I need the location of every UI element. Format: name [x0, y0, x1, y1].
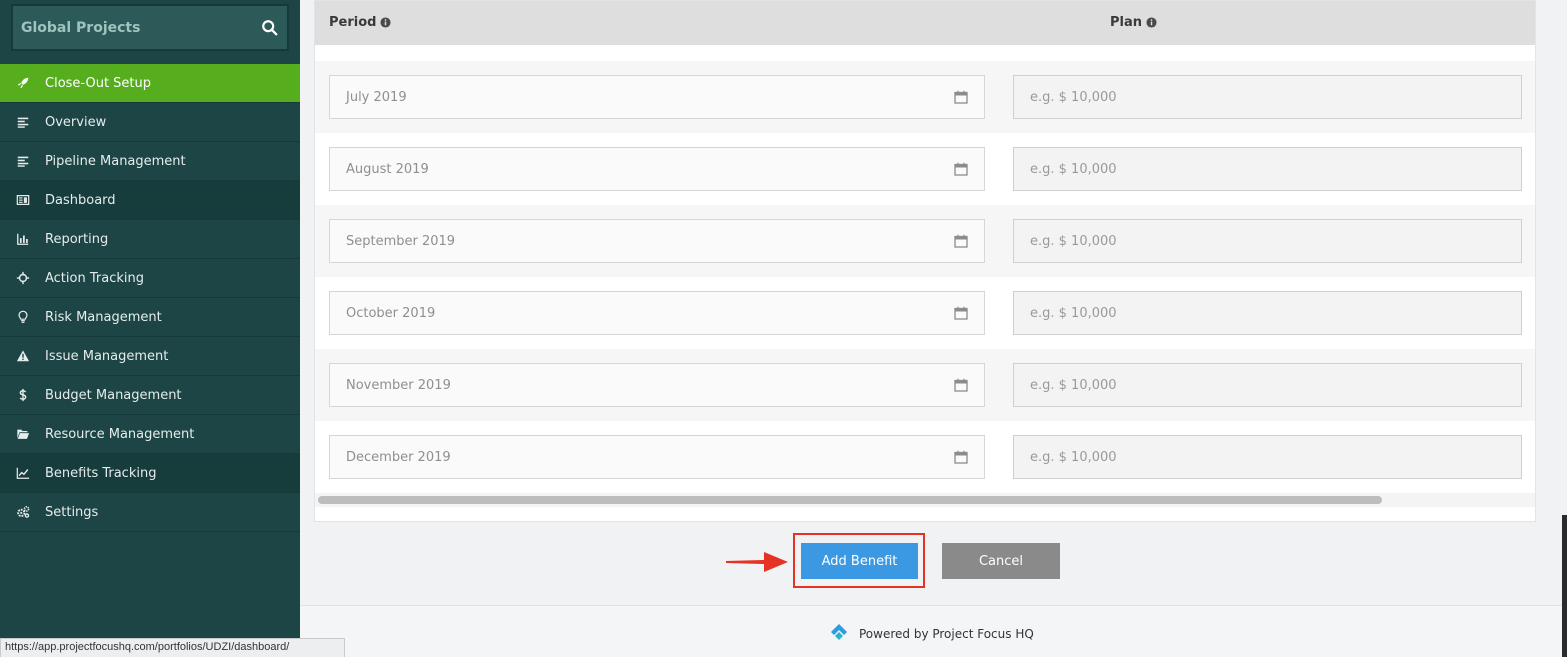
list-icon	[17, 117, 28, 128]
sidebar-item-label: Dashboard	[45, 192, 116, 208]
table-row: October 2019	[315, 277, 1535, 349]
sidebar-item-settings[interactable]: Settings	[0, 493, 300, 532]
sidebar-item-label: Risk Management	[45, 309, 162, 325]
plan-column-header: Plan	[1110, 15, 1157, 30]
line-chart-icon	[16, 467, 29, 479]
sidebar-item-label: Budget Management	[45, 387, 182, 403]
sidebar-item-label: Overview	[45, 114, 107, 130]
crosshair-icon	[16, 271, 29, 285]
period-value: October 2019	[346, 305, 436, 321]
period-value: November 2019	[346, 377, 451, 393]
dollar-icon	[19, 388, 26, 402]
period-date-input[interactable]: October 2019	[329, 291, 985, 335]
sidebar-item-label: Close-Out Setup	[45, 75, 152, 91]
sidebar-item-issue-management[interactable]: Issue Management	[0, 337, 300, 376]
period-date-input[interactable]: September 2019	[329, 219, 985, 263]
powered-by-text: Powered by Project Focus HQ	[859, 627, 1034, 641]
sidebar-item-budget-management[interactable]: Budget Management	[0, 376, 300, 415]
plan-amount-input[interactable]	[1013, 291, 1522, 335]
sidebar-item-action-tracking[interactable]: Action Tracking	[0, 259, 300, 298]
table-header: Period Plan	[315, 1, 1535, 45]
red-arrow-icon	[726, 552, 788, 572]
benefit-rows: July 2019 August 2019 September 2019	[315, 61, 1535, 493]
warning-icon	[16, 350, 29, 362]
calendar-icon[interactable]	[954, 378, 968, 392]
sidebar-item-close-out-setup[interactable]: Close-Out Setup	[0, 64, 300, 103]
add-benefit-button[interactable]: Add Benefit	[801, 543, 918, 579]
sidebar-item-resource-management[interactable]: Resource Management	[0, 415, 300, 454]
plan-amount-input[interactable]	[1013, 75, 1522, 119]
plan-amount-input[interactable]	[1013, 219, 1522, 263]
period-header-label: Period	[329, 15, 377, 30]
sidebar-item-risk-management[interactable]: Risk Management	[0, 298, 300, 337]
period-date-input[interactable]: December 2019	[329, 435, 985, 479]
sidebar-item-label: Pipeline Management	[45, 153, 186, 169]
period-value: August 2019	[346, 161, 429, 177]
period-date-input[interactable]: August 2019	[329, 147, 985, 191]
period-value: December 2019	[346, 449, 451, 465]
sidebar-menu: Close-Out Setup Overview Pipeline Manage…	[0, 64, 300, 532]
info-icon[interactable]	[380, 17, 391, 28]
rocket-icon	[17, 77, 28, 89]
horizontal-scrollbar-thumb[interactable]	[318, 496, 1382, 504]
footer-brand: Powered by Project Focus HQ	[827, 622, 1034, 646]
plan-amount-input[interactable]	[1013, 363, 1522, 407]
sidebar-title: Global Projects	[21, 19, 141, 36]
search-icon[interactable]	[261, 19, 279, 37]
info-icon[interactable]	[1146, 17, 1157, 28]
benefit-plan-card: Period Plan July 2019 August 2019	[314, 0, 1536, 522]
calendar-icon[interactable]	[954, 234, 968, 248]
calendar-icon[interactable]	[954, 90, 968, 104]
sidebar-item-label: Resource Management	[45, 426, 195, 442]
sidebar-item-label: Benefits Tracking	[45, 465, 157, 481]
lightbulb-icon	[17, 310, 28, 323]
period-date-input[interactable]: July 2019	[329, 75, 985, 119]
bar-chart-icon	[16, 233, 28, 245]
sidebar-item-label: Settings	[45, 504, 99, 520]
plan-header-label: Plan	[1110, 15, 1143, 30]
plan-amount-input[interactable]	[1013, 435, 1522, 479]
plan-amount-input[interactable]	[1013, 147, 1522, 191]
table-row: September 2019	[315, 205, 1535, 277]
main-content: Period Plan July 2019 August 2019	[300, 0, 1567, 657]
table-row: August 2019	[315, 133, 1535, 205]
sidebar-item-dashboard[interactable]: Dashboard	[0, 181, 300, 220]
window-edge	[1562, 515, 1567, 657]
cancel-button[interactable]: Cancel	[942, 543, 1060, 579]
period-date-input[interactable]: November 2019	[329, 363, 985, 407]
sidebar-item-pipeline-management[interactable]: Pipeline Management	[0, 142, 300, 181]
list-icon	[17, 156, 28, 167]
sidebar-item-label: Reporting	[45, 231, 109, 247]
sidebar-item-reporting[interactable]: Reporting	[0, 220, 300, 259]
period-value: July 2019	[346, 89, 407, 105]
project-focus-logo-icon	[831, 624, 847, 644]
sidebar-item-benefits-tracking[interactable]: Benefits Tracking	[0, 454, 300, 493]
sidebar: Global Projects Close-Out Setup Overview…	[0, 0, 300, 657]
gears-icon	[16, 506, 29, 518]
folder-icon	[16, 429, 29, 439]
status-url-bar: https://app.projectfocushq.com/portfolio…	[0, 638, 345, 657]
calendar-icon[interactable]	[954, 306, 968, 320]
period-column-header: Period	[329, 15, 391, 30]
calendar-icon[interactable]	[954, 450, 968, 464]
footer: Powered by Project Focus HQ	[300, 605, 1567, 657]
calendar-icon[interactable]	[954, 162, 968, 176]
table-row: July 2019	[315, 61, 1535, 133]
table-row: December 2019	[315, 421, 1535, 493]
sidebar-item-label: Action Tracking	[45, 270, 144, 286]
sidebar-item-label: Issue Management	[45, 348, 169, 364]
period-value: September 2019	[346, 233, 456, 249]
project-search-box[interactable]: Global Projects	[11, 4, 289, 51]
table-row: November 2019	[315, 349, 1535, 421]
sidebar-item-overview[interactable]: Overview	[0, 103, 300, 142]
dashboard-icon	[16, 195, 29, 205]
